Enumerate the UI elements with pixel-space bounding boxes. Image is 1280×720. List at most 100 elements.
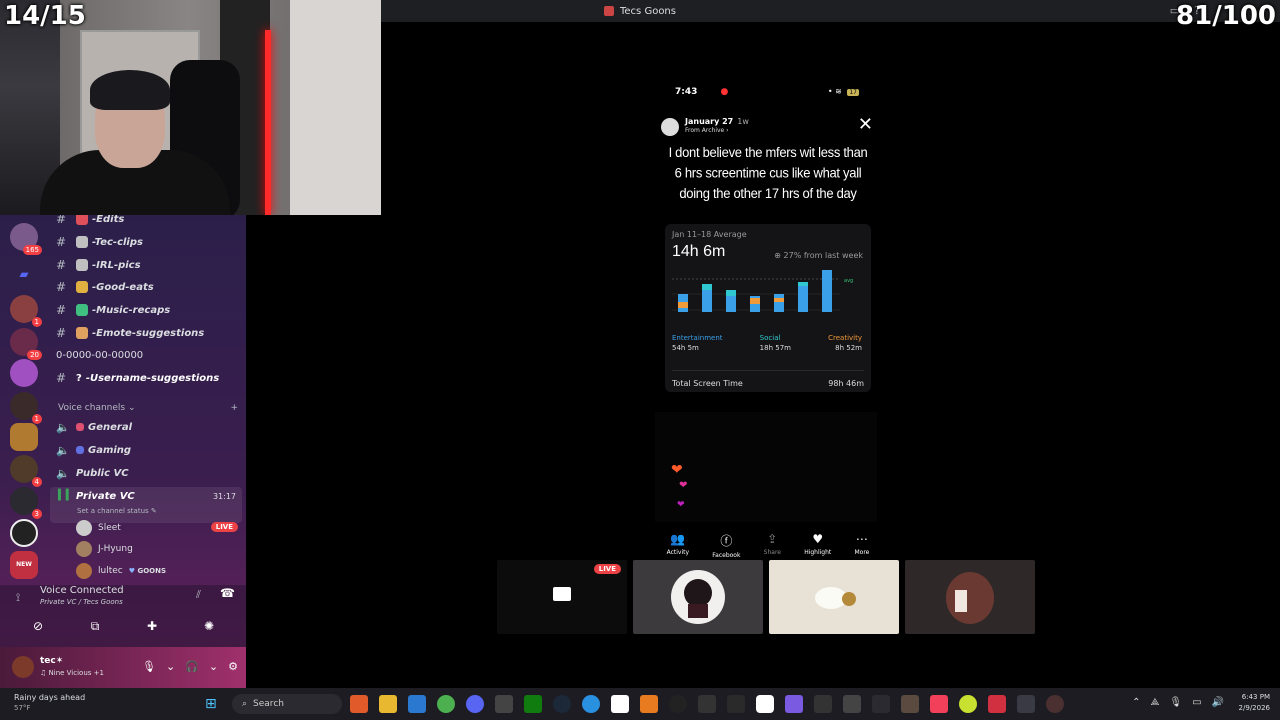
soundboard-button[interactable]: ✺ — [189, 615, 229, 637]
headphones-icon[interactable]: 🎧 — [185, 660, 199, 673]
stream-tile[interactable]: LIVE — [497, 560, 627, 634]
facebook-button[interactable]: ⓕ Facebook — [712, 532, 740, 559]
taskbar-app-icon[interactable] — [814, 695, 832, 713]
taskbar-app-icon[interactable] — [727, 695, 745, 713]
add-channel-icon[interactable]: + — [230, 403, 238, 413]
taskbar-app-icon[interactable] — [756, 695, 774, 713]
avatar[interactable] — [12, 656, 34, 678]
volume-icon[interactable]: 🔊 — [1212, 697, 1224, 708]
taskbar-app-icon[interactable] — [350, 695, 368, 713]
music-icon[interactable] — [930, 695, 948, 713]
avatar[interactable] — [661, 118, 679, 136]
taskbar: Rainy days ahead 57°F ⊞ ⌕ Search ⌃ ⟁ 🎙 ▭… — [0, 688, 1280, 720]
avatar — [815, 587, 856, 609]
discord-icon[interactable] — [466, 695, 484, 713]
taskbar-app-icon[interactable] — [1017, 695, 1035, 713]
camera-button[interactable]: ⊘ — [18, 615, 58, 637]
server-icon[interactable]: 4 — [10, 455, 42, 487]
voice-channel-general[interactable]: 🔈 General — [56, 417, 132, 437]
activity-button[interactable]: 👥 Activity — [667, 532, 689, 559]
taskbar-app-icon[interactable] — [872, 695, 890, 713]
chevron-down-icon[interactable]: ⌄ — [209, 660, 218, 673]
activities-button[interactable]: ✚ — [132, 615, 172, 637]
microphone-icon[interactable]: 🎙 — [1169, 697, 1182, 708]
noise-suppression-icon[interactable]: ⫽ — [196, 588, 201, 602]
voice-connected-subtitle[interactable]: Private VC / Tecs Goons — [40, 598, 123, 606]
channel-music-recaps[interactable]: # -Music-recaps — [56, 300, 170, 320]
live-badge: LIVE — [593, 564, 621, 574]
window-title: Tecs Goons — [620, 5, 676, 17]
server-icon[interactable]: 3 — [10, 487, 42, 519]
taskbar-app-icon[interactable] — [698, 695, 716, 713]
gear-icon[interactable]: ⚙ — [228, 660, 238, 673]
phone-status-icons: • ≋ 17 — [827, 87, 859, 96]
taskbar-app-icon[interactable] — [408, 695, 426, 713]
voice-member[interactable]: J-Hyung — [76, 540, 133, 558]
display-icon[interactable]: ▭ — [1192, 697, 1201, 708]
clock[interactable]: 6:43 PM 2/9/2026 — [1239, 692, 1270, 714]
taskbar-app-icon[interactable] — [611, 695, 629, 713]
channel-status[interactable]: Set a channel status ✎ — [77, 507, 157, 515]
network-icon[interactable]: ⟁ — [1150, 697, 1159, 708]
live-badge: LIVE — [210, 522, 238, 532]
screen-share-button[interactable]: ⧉ — [75, 615, 115, 637]
story-header: January 27 1w From Archive › ✕ — [659, 116, 877, 138]
new-server-badge[interactable]: NEW — [10, 551, 38, 579]
highlight-button[interactable]: ♥ Highlight — [804, 532, 831, 559]
taskbar-app-icon[interactable] — [988, 695, 1006, 713]
taskbar-app-icon[interactable] — [843, 695, 861, 713]
camera-off-icon: ⊘ — [32, 619, 44, 633]
weather-widget[interactable]: Rainy days ahead 57°F — [14, 692, 85, 714]
channel-good-eats[interactable]: # -Good-eats — [56, 277, 154, 297]
voice-channel-public[interactable]: 🔈 Public VC — [56, 463, 129, 483]
taskbar-app-icon[interactable] — [582, 695, 600, 713]
chevron-up-icon[interactable]: ⌃ — [1132, 697, 1140, 708]
voice-channel-gaming[interactable]: 🔈 Gaming — [56, 440, 131, 460]
stream-tile[interactable] — [769, 560, 899, 634]
screen-share-icon — [553, 587, 571, 601]
server-icon[interactable]: 1 — [10, 295, 42, 327]
server-icon[interactable]: 20 — [10, 328, 42, 360]
channel-emote-suggestions[interactable]: # -Emote-suggestions — [56, 323, 204, 343]
taskbar-app-icon[interactable] — [640, 695, 658, 713]
taskbar-app-icon[interactable] — [1046, 695, 1064, 713]
server-icon[interactable]: 165 — [10, 223, 42, 255]
server-icon[interactable]: 1 — [10, 392, 42, 424]
more-button[interactable]: ⋯ More — [854, 532, 869, 559]
taskbar-app-icon[interactable] — [785, 695, 803, 713]
steam-icon[interactable] — [553, 695, 571, 713]
stream-tile[interactable] — [905, 560, 1035, 634]
channel-irl-pics[interactable]: # -IRL-pics — [56, 255, 141, 275]
xbox-icon[interactable] — [524, 695, 542, 713]
facebook-icon: ⓕ — [720, 534, 733, 548]
server-icon[interactable] — [10, 423, 38, 451]
server-rail: 165 ▰ 1 20 1 4 3 NEW — [0, 215, 48, 585]
category-social: Social 18h 57m — [759, 334, 791, 352]
disconnect-icon[interactable]: ☎ — [220, 586, 235, 600]
obs-icon[interactable] — [669, 695, 687, 713]
channel-tec-clips[interactable]: # -Tec-clips — [56, 232, 143, 252]
taskbar-app-icon[interactable] — [495, 695, 513, 713]
channel-username-suggestions[interactable]: #? -Username-suggestions — [56, 368, 219, 388]
close-icon[interactable]: ✕ — [858, 116, 873, 134]
file-explorer-icon[interactable] — [379, 695, 397, 713]
search-input[interactable]: ⌕ Search — [232, 694, 342, 714]
voice-channel-private[interactable]: ▍▍ Private VC 31:17 Set a channel status… — [50, 487, 242, 523]
taskbar-app-icon[interactable] — [959, 695, 977, 713]
windows-start-icon[interactable]: ⊞ — [205, 696, 221, 712]
avatar — [76, 563, 92, 579]
chrome-icon[interactable] — [437, 695, 455, 713]
stream-tile[interactable] — [633, 560, 763, 634]
chevron-down-icon[interactable]: ⌄ — [166, 660, 175, 673]
taskbar-app-icon[interactable] — [901, 695, 919, 713]
folder-icon[interactable]: ▰ — [10, 260, 38, 288]
server-icon[interactable] — [10, 519, 38, 547]
voice-member[interactable]: lultec ♥ GOONS — [76, 562, 166, 580]
voice-channels-header[interactable]: Voice channels ⌄ + — [58, 403, 238, 413]
microphone-icon[interactable]: 🎙 — [142, 660, 156, 673]
avatar — [671, 570, 725, 624]
share-button[interactable]: ⇪ Share — [764, 532, 781, 559]
channel-misc[interactable]: 0-0000-00-00000 — [56, 345, 143, 365]
system-tray: ⌃ ⟁ 🎙 ▭ 🔊 — [1132, 697, 1224, 708]
server-icon[interactable] — [10, 359, 38, 387]
